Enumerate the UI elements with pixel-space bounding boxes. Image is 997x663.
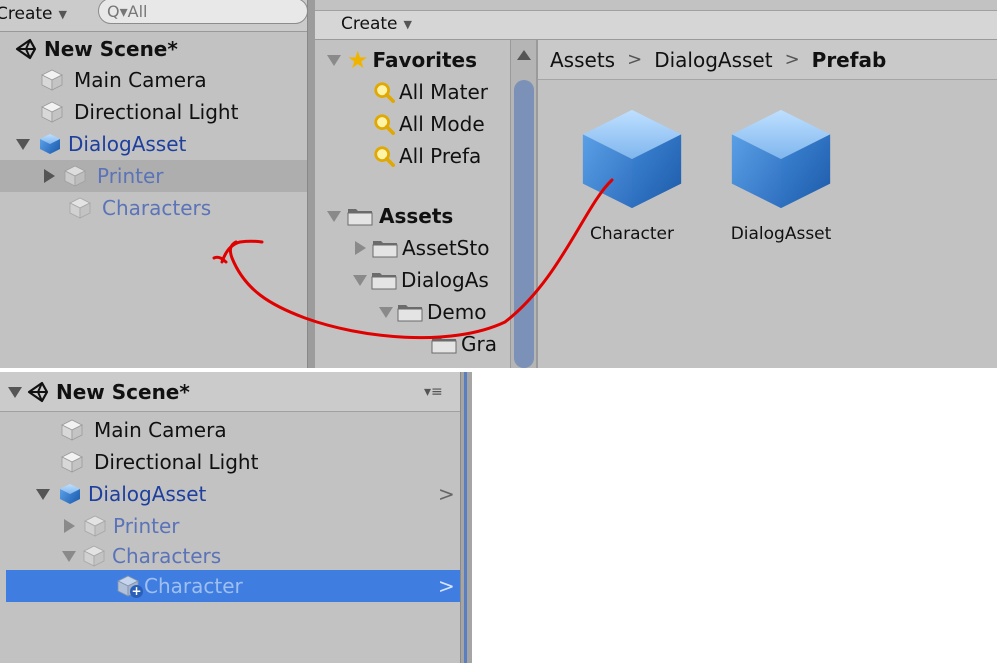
- item-label: Directional Light: [94, 450, 259, 474]
- hierarchy-item-main-camera[interactable]: Main Camera: [60, 414, 227, 446]
- plus-badge-icon: +: [130, 584, 143, 598]
- expand-arrow-icon[interactable]: [36, 488, 50, 500]
- drag-arrow-annotation: [212, 178, 614, 340]
- item-label: Printer: [113, 514, 180, 538]
- expand-arrow-icon[interactable]: [62, 550, 76, 562]
- gameobject-cube-icon: [60, 418, 84, 442]
- item-label: Main Camera: [94, 418, 227, 442]
- bottom-screenshot: New Scene* ▾≡ Main Camera Directional Li…: [0, 372, 472, 663]
- scene-name: New Scene*: [56, 380, 190, 404]
- gameobject-cube-icon: [60, 450, 84, 474]
- top-screenshot: Create ▼ Q▾All New Scene* Main Camera Di…: [0, 0, 997, 368]
- prefab-instance-icon: +: [116, 574, 143, 598]
- expand-arrow-icon[interactable]: [8, 386, 22, 398]
- menu-icon[interactable]: ▾≡: [424, 384, 443, 400]
- item-label: DialogAsset: [88, 482, 207, 506]
- hierarchy-item-printer[interactable]: Printer: [64, 510, 180, 542]
- panel-separator[interactable]: [460, 372, 472, 663]
- focus-indicator: [464, 372, 467, 663]
- prefab-cube-icon: [58, 482, 82, 506]
- chevron-right-icon[interactable]: >: [438, 574, 455, 598]
- hierarchy-item-characters[interactable]: Characters: [62, 540, 221, 572]
- hierarchy-item-directional-light[interactable]: Directional Light: [60, 446, 258, 478]
- unity-scene-icon: [26, 380, 50, 404]
- scene-header-bar: New Scene* ▾≡: [0, 372, 460, 412]
- item-label: Characters: [112, 544, 222, 568]
- gameobject-cube-icon: [83, 514, 107, 538]
- hierarchy-item-character-selected[interactable]: + Character: [116, 570, 243, 602]
- chevron-right-icon[interactable]: >: [438, 482, 455, 506]
- collapse-arrow-icon[interactable]: [64, 519, 75, 533]
- item-label: Character: [144, 574, 243, 598]
- hierarchy-item-dialogasset[interactable]: DialogAsset: [36, 478, 206, 510]
- gameobject-cube-icon: [82, 544, 106, 568]
- scene-header[interactable]: New Scene*: [8, 376, 190, 408]
